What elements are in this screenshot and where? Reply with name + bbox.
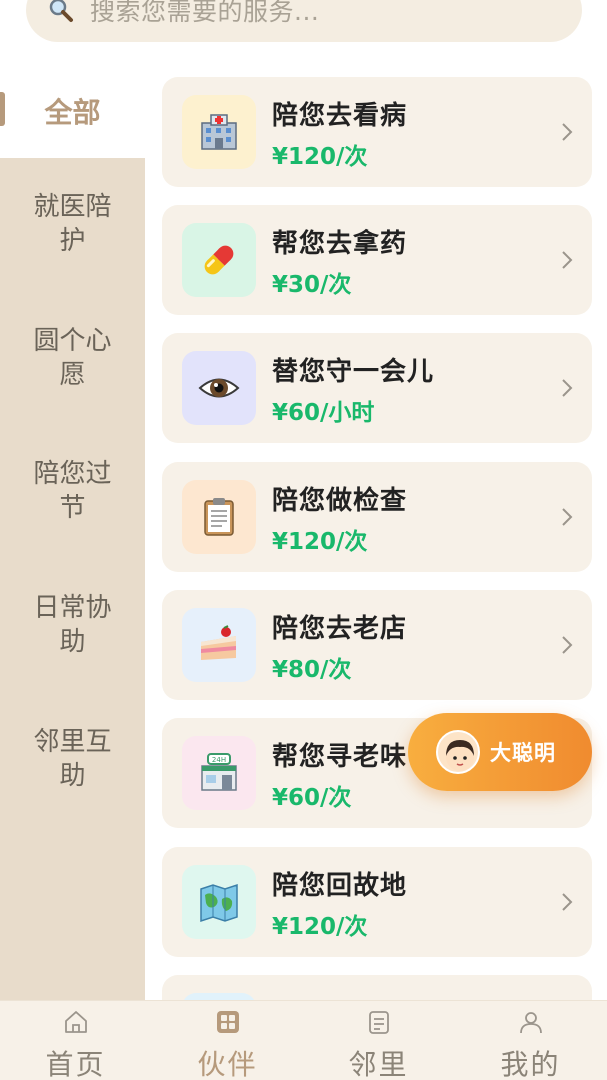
service-title: 帮您去拿药 <box>272 229 408 259</box>
service-icon-tile <box>182 480 256 554</box>
sidebar-item-label: 邻里互助 <box>33 727 112 791</box>
sidebar-item-label: 圆个心愿 <box>33 326 112 390</box>
tab-neighbors[interactable]: 邻里 <box>303 1001 454 1080</box>
sidebar-item-label: 全部 <box>44 96 101 129</box>
tab-label: 我的 <box>500 1048 561 1080</box>
service-price: ¥120/次 <box>272 529 368 555</box>
hospital-icon <box>201 114 237 150</box>
tab-mine[interactable]: 我的 <box>455 1001 606 1080</box>
service-card[interactable]: 陪您去看病 ¥120/次 <box>162 77 592 187</box>
eye-icon <box>198 378 240 398</box>
sidebar-item-medical-escort[interactable]: 就医陪护 <box>0 174 145 274</box>
service-icon-tile: 24H <box>182 736 256 810</box>
chevron-right-icon <box>562 636 573 654</box>
pill-icon <box>204 245 234 275</box>
app-screen: 搜索您需要的服务... 全部 就医陪护 圆个心愿 陪您过节 日常协助 邻里互助 <box>0 0 607 1080</box>
assistant-avatar <box>436 730 480 774</box>
user-icon <box>520 1012 542 1034</box>
service-price: ¥120/次 <box>272 914 368 940</box>
map-icon <box>200 883 238 923</box>
chevron-right-icon <box>562 123 573 141</box>
home-icon <box>65 1011 87 1033</box>
sidebar-item-daily-help[interactable]: 日常协助 <box>0 575 145 675</box>
sidebar-item-holiday[interactable]: 陪您过节 <box>0 441 145 541</box>
search-input[interactable]: 搜索您需要的服务... <box>90 0 319 28</box>
service-title: 陪您去老店 <box>272 614 408 644</box>
tab-label: 邻里 <box>348 1048 409 1080</box>
service-title: 陪您去看病 <box>272 101 408 131</box>
service-card[interactable]: 陪您回故地 ¥120/次 <box>162 847 592 957</box>
service-title: 替您守一会儿 <box>272 357 435 387</box>
sidebar-item-all[interactable]: 全部 <box>0 68 145 158</box>
service-card[interactable]: 替您守一会儿 ¥60/小时 <box>162 333 592 443</box>
sidebar-item-neighbor-help[interactable]: 邻里互助 <box>0 709 145 809</box>
service-price: ¥120/次 <box>272 144 368 170</box>
sidebar-item-label: 日常协助 <box>33 593 112 657</box>
service-card[interactable]: 陪您去老店 ¥80/次 <box>162 590 592 700</box>
document-icon <box>369 1011 389 1034</box>
service-icon-tile <box>182 95 256 169</box>
svg-text:24H: 24H <box>212 756 226 764</box>
tab-label: 首页 <box>45 1048 106 1080</box>
service-price: ¥30/次 <box>272 272 352 298</box>
active-indicator <box>0 92 5 126</box>
sidebar-item-label: 陪您过节 <box>33 459 112 523</box>
search-bar[interactable]: 搜索您需要的服务... <box>26 0 582 42</box>
service-icon-tile <box>182 865 256 939</box>
search-icon <box>49 0 73 22</box>
store-24h-icon: 24H <box>201 753 237 791</box>
chevron-right-icon <box>562 893 573 911</box>
service-price: ¥60/次 <box>272 785 352 811</box>
cake-icon <box>201 625 236 660</box>
sidebar-item-wish[interactable]: 圆个心愿 <box>0 308 145 408</box>
assistant-button[interactable]: 大聪明 <box>408 713 592 791</box>
service-icon-tile <box>182 351 256 425</box>
category-sidebar: 全部 就医陪护 圆个心愿 陪您过节 日常协助 邻里互助 <box>0 68 145 1000</box>
grid-icon <box>217 1011 239 1033</box>
bottom-tab-bar: 首页 伙伴 邻里 我的 <box>0 1000 607 1080</box>
service-icon-tile <box>182 223 256 297</box>
service-card[interactable]: 帮您去拿药 ¥30/次 <box>162 205 592 315</box>
service-icon-tile <box>182 608 256 682</box>
clipboard-icon <box>204 498 234 536</box>
chevron-right-icon <box>562 251 573 269</box>
tab-home[interactable]: 首页 <box>0 1001 151 1080</box>
service-title: 陪您做检查 <box>272 486 408 516</box>
assistant-label: 大聪明 <box>490 741 556 765</box>
service-price: ¥60/小时 <box>272 400 375 426</box>
service-title: 陪您回故地 <box>272 871 408 901</box>
service-price: ¥80/次 <box>272 657 352 683</box>
tab-label: 伙伴 <box>197 1048 258 1080</box>
tab-partners[interactable]: 伙伴 <box>152 1001 303 1080</box>
chevron-right-icon <box>562 379 573 397</box>
chevron-right-icon <box>562 508 573 526</box>
sidebar-item-label: 就医陪护 <box>33 192 112 256</box>
service-title: 帮您寻老味 <box>272 742 408 772</box>
service-card[interactable]: 陪您做检查 ¥120/次 <box>162 462 592 572</box>
